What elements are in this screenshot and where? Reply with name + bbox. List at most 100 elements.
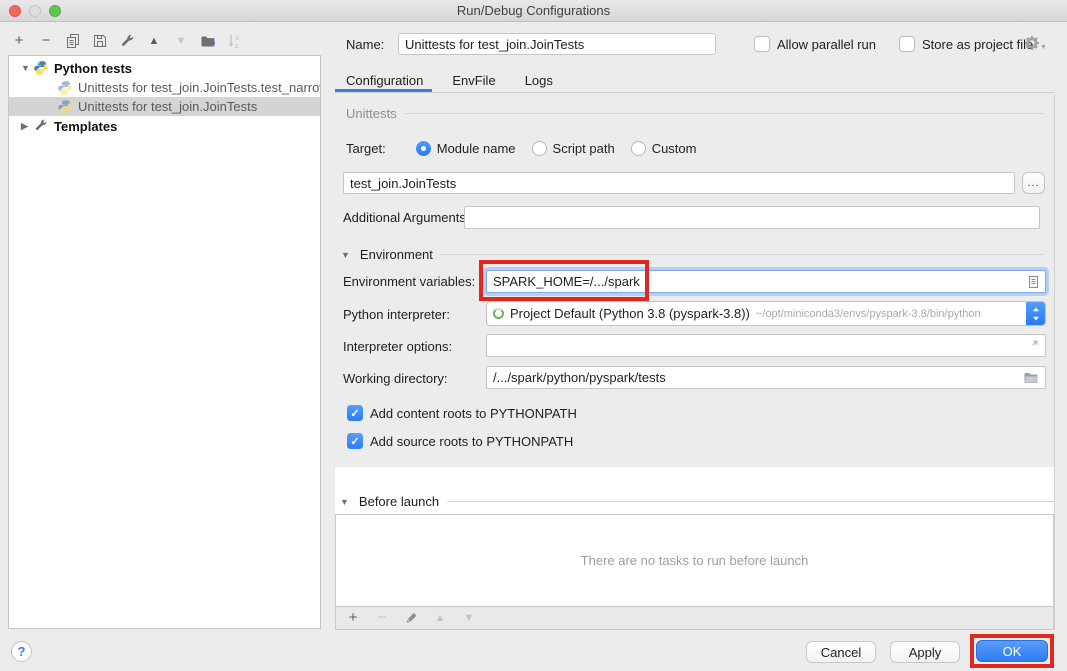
add-source-roots-checkbox[interactable]: ✓ Add source roots to PYTHONPATH: [347, 433, 573, 449]
tabs-divider: [335, 92, 1055, 93]
move-up-icon[interactable]: ▲: [146, 33, 162, 49]
zoom-window-button[interactable]: [49, 5, 61, 17]
move-task-down-icon: ▼: [461, 610, 477, 626]
working-directory-input[interactable]: /.../spark/python/pyspark/tests: [486, 366, 1046, 389]
minimize-window-button: [29, 5, 41, 17]
apply-button-label: Apply: [909, 645, 942, 660]
radio-custom[interactable]: Custom: [631, 141, 697, 156]
tree-item-templates[interactable]: ▶ Templates: [9, 116, 320, 136]
interpreter-options-label: Interpreter options:: [343, 339, 452, 354]
working-directory-value: /.../spark/python/pyspark/tests: [493, 370, 1023, 385]
move-task-up-icon: ▲: [432, 610, 448, 626]
tree-item-python-tests[interactable]: ▼ Python tests: [9, 58, 320, 78]
interpreter-options-input[interactable]: [486, 334, 1046, 357]
python-icon: [57, 80, 73, 96]
add-icon[interactable]: +: [11, 33, 27, 49]
tree-item-label: Unittests for test_join.JoinTests.test_n…: [78, 80, 320, 95]
active-tab-indicator: [335, 89, 432, 92]
pencil-icon: [403, 610, 419, 626]
window-title: Run/Debug Configurations: [457, 3, 610, 18]
cancel-button-label: Cancel: [821, 645, 861, 660]
python-interpreter-value: Project Default (Python 3.8 (pyspark-3.8…: [510, 306, 750, 321]
env-list-icon[interactable]: [1025, 274, 1041, 290]
radio-selected-icon[interactable]: [416, 141, 431, 156]
python-interpreter-label: Python interpreter:: [343, 307, 450, 322]
folder-icon[interactable]: [1023, 370, 1039, 386]
group-unittests: Unittests: [346, 106, 1044, 121]
before-launch-tasks-list: There are no tasks to run before launch: [335, 514, 1054, 607]
python-interpreter-path: ~/opt/miniconda3/envs/pyspark-3.8/bin/py…: [756, 308, 981, 320]
divider: [441, 254, 1044, 255]
group-unittests-label: Unittests: [346, 106, 397, 121]
radio-icon[interactable]: [532, 141, 547, 156]
tab-logs[interactable]: Logs: [525, 68, 553, 92]
environment-variables-value: SPARK_HOME=/.../spark: [493, 274, 1025, 289]
gear-icon: [1024, 35, 1040, 51]
name-input[interactable]: [398, 33, 716, 55]
browse-button[interactable]: ...: [1022, 172, 1045, 194]
checkbox-checked-icon[interactable]: ✓: [347, 433, 363, 449]
radio-module-name-label: Module name: [437, 141, 516, 156]
checkbox-checked-icon[interactable]: ✓: [347, 405, 363, 421]
python-interpreter-select[interactable]: Project Default (Python 3.8 (pyspark-3.8…: [486, 301, 1046, 326]
allow-parallel-run-checkbox[interactable]: Allow parallel run: [754, 36, 876, 52]
working-directory-label: Working directory:: [343, 371, 448, 386]
ok-button[interactable]: OK: [976, 640, 1048, 662]
before-launch-empty-text: There are no tasks to run before launch: [581, 553, 809, 568]
sort-alpha-icon: az: [227, 33, 243, 49]
stepper-icon[interactable]: [1026, 302, 1045, 325]
tree-item-unittest-narrow[interactable]: Unittests for test_join.JoinTests.test_n…: [9, 78, 320, 97]
copy-icon[interactable]: [65, 33, 81, 49]
chevron-right-icon[interactable]: ▶: [21, 121, 33, 132]
target-input[interactable]: [343, 172, 1015, 194]
target-row: Target: Module name Script path Custom: [346, 141, 712, 156]
chevron-down-icon[interactable]: ▼: [341, 250, 350, 260]
configurations-toolbar: + − ▲ ▼ az: [11, 30, 243, 52]
wrench-icon: [33, 118, 49, 134]
store-options-button[interactable]: ▼: [1024, 35, 1047, 51]
add-task-icon[interactable]: +: [345, 610, 361, 626]
checkbox-icon[interactable]: [899, 36, 915, 52]
before-launch-header: ▼ Before launch: [340, 494, 1054, 509]
radio-script-path[interactable]: Script path: [532, 141, 615, 156]
tree-item-label: Unittests for test_join.JoinTests: [78, 99, 257, 114]
remove-icon[interactable]: −: [38, 33, 54, 49]
radio-icon[interactable]: [631, 141, 646, 156]
store-as-project-file-label: Store as project file: [922, 37, 1033, 52]
edit-templates-icon[interactable]: [119, 33, 135, 49]
divider: [405, 113, 1044, 114]
tab-envfile[interactable]: EnvFile: [452, 68, 495, 92]
radio-custom-label: Custom: [652, 141, 697, 156]
divider: [447, 501, 1054, 502]
tree-item-label: Python tests: [54, 61, 132, 76]
add-source-roots-label: Add source roots to PYTHONPATH: [370, 434, 573, 449]
ok-button-label: OK: [1003, 644, 1022, 659]
store-as-project-file-checkbox[interactable]: Store as project file: [899, 36, 1033, 52]
chevron-down-icon[interactable]: ▼: [21, 63, 33, 73]
tree-item-unittest-jointests[interactable]: Unittests for test_join.JoinTests: [9, 97, 320, 116]
python-icon: [33, 60, 49, 76]
cancel-button[interactable]: Cancel: [806, 641, 876, 663]
save-icon[interactable]: [92, 33, 108, 49]
add-content-roots-label: Add content roots to PYTHONPATH: [370, 406, 577, 421]
add-content-roots-checkbox[interactable]: ✓ Add content roots to PYTHONPATH: [347, 405, 577, 421]
apply-button[interactable]: Apply: [890, 641, 960, 663]
close-window-button[interactable]: [9, 5, 21, 17]
chevron-down-icon: ▼: [1040, 44, 1047, 51]
move-down-icon: ▼: [173, 33, 189, 49]
traffic-lights: [9, 5, 61, 17]
configuration-panel: Unittests Target: Module name Script pat…: [335, 95, 1055, 630]
radio-module-name[interactable]: Module name: [416, 141, 516, 156]
run-debug-configurations-dialog: Run/Debug Configurations + − ▲ ▼ az ▼ Py: [0, 0, 1067, 671]
remove-task-icon: −: [374, 610, 390, 626]
checkbox-icon[interactable]: [754, 36, 770, 52]
chevron-down-icon[interactable]: ▼: [340, 497, 349, 507]
additional-arguments-input[interactable]: [464, 206, 1040, 229]
expand-icon[interactable]: [1025, 339, 1039, 353]
conda-env-icon: [493, 308, 504, 319]
environment-variables-input[interactable]: SPARK_HOME=/.../spark: [486, 270, 1046, 293]
help-icon: ?: [18, 644, 26, 659]
allow-parallel-run-label: Allow parallel run: [777, 37, 876, 52]
help-button[interactable]: ?: [11, 641, 32, 662]
new-folder-icon[interactable]: [200, 33, 216, 49]
